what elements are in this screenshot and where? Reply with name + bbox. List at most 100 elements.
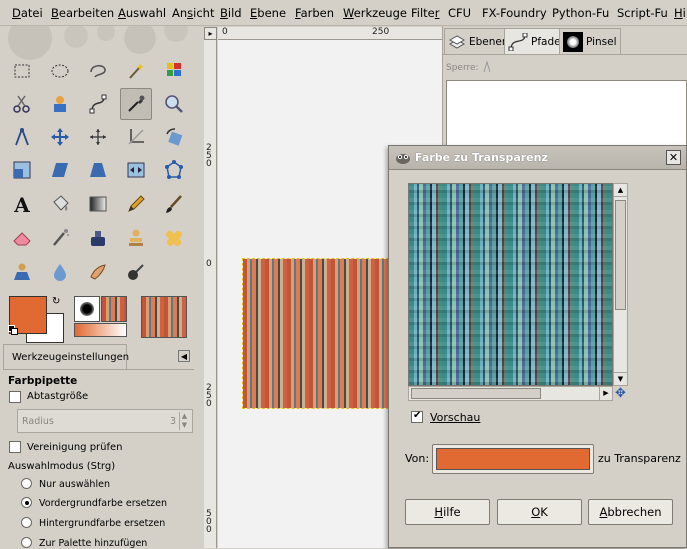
scale-tool[interactable] [6,154,38,186]
brush-preview[interactable] [74,296,100,322]
menu-bearbeiten[interactable]: Bearbeiten [51,6,114,20]
foreground-select-tool[interactable] [44,88,76,120]
clone-tool[interactable] [120,222,152,254]
image-menu-button[interactable]: ▸ [204,27,217,40]
ink-tool[interactable] [82,222,114,254]
scissors-select-tool[interactable] [6,88,38,120]
tab-brushes[interactable]: Pinsel [559,28,621,54]
close-icon[interactable]: ✕ [666,150,681,165]
menu-auswahl[interactable]: Auswahl [118,6,166,20]
heal-tool[interactable] [158,222,190,254]
from-color-swatch [436,448,590,470]
blur-sharpen-tool[interactable] [44,256,76,288]
sample-average-label: Abtastgröße [27,391,89,402]
menu-bild[interactable]: Bild [220,6,242,20]
zoom-tool[interactable] [158,88,190,120]
dialog-titlebar[interactable]: Farbe zu Transparenz ✕ [389,146,686,170]
menu-hilfe[interactable]: Hilfe [674,6,687,20]
color-picker-tool[interactable] [120,88,152,120]
dodge-burn-tool[interactable] [120,256,152,288]
airbrush-tool[interactable] [44,222,76,254]
pattern-preview[interactable] [101,296,127,322]
preview-vscroll-thumb[interactable] [615,200,626,310]
preview-checkbox[interactable]: ✔ [411,410,423,423]
default-colors-icon[interactable] [8,325,18,335]
eraser-tool[interactable] [6,222,38,254]
help-button[interactable]: Hilfe [405,499,490,525]
radius-spinner[interactable]: ▲ ▼ [179,412,189,430]
scroll-down-icon[interactable]: ▼ [614,372,627,385]
sample-average-checkbox[interactable] [9,391,21,403]
preview-horizontal-scrollbar[interactable]: ▶ [408,386,613,401]
menu-fx-foundry[interactable]: FX-Foundry [482,6,547,20]
preview-label: Vorschau [430,411,481,424]
cancel-button[interactable]: Abbrechen [588,499,673,525]
lock-alpha-icon[interactable] [480,60,494,74]
pencil-tool[interactable] [120,188,152,220]
paths-tool[interactable] [82,88,114,120]
navigate-icon[interactable]: ✥ [613,386,628,401]
mode-pick-only-radio[interactable] [21,478,32,489]
swap-colors-icon[interactable]: ↻ [52,296,60,307]
menu-datei[interactable]: Datei [12,6,43,20]
cage-transform-tool[interactable] [158,154,190,186]
menu-ansicht[interactable]: Ansicht [172,6,214,20]
preview-hscroll-thumb[interactable] [411,388,541,399]
menu-script-fu[interactable]: Script-Fu [617,6,668,20]
shear-tool[interactable] [44,154,76,186]
from-color-button[interactable] [432,444,594,474]
text-tool[interactable]: A [6,188,38,220]
tool-options-tab-label: Werkzeugeinstellungen [12,352,130,363]
rotate-tool[interactable] [158,121,190,153]
image-thumbnail[interactable] [141,296,187,338]
tab-paths[interactable]: Pfade [504,28,565,54]
menu-farben[interactable]: Farben [295,6,334,20]
radius-slider[interactable]: Radius 3 ▲ ▼ [17,409,193,433]
bucket-fill-tool[interactable] [44,188,76,220]
image-layer[interactable] [242,258,389,409]
tab-brushes-label: Pinsel [586,35,617,48]
move-tool[interactable] [44,121,76,153]
ellipse-select-tool[interactable] [44,55,76,87]
menu-werkzeuge[interactable]: Werkzeuge [343,6,407,20]
sample-merged-checkbox[interactable] [9,441,21,453]
menu-cfu[interactable]: CFU [448,6,471,20]
mode-add-palette-radio[interactable] [21,537,32,548]
preview-image[interactable] [408,183,613,386]
from-label: Von: [405,452,430,465]
rect-select-tool[interactable] [6,55,38,87]
fuzzy-select-tool[interactable] [120,55,152,87]
align-tool[interactable] [82,121,114,153]
scroll-right-icon[interactable]: ▶ [599,387,612,400]
ruler-vertical[interactable]: 2 5 0 0 2 5 0 5 0 0 [204,40,217,548]
smudge-tool[interactable] [82,256,114,288]
blend-tool[interactable] [82,188,114,220]
paintbrush-tool[interactable] [158,188,190,220]
flip-tool[interactable] [120,154,152,186]
scroll-up-icon[interactable]: ▲ [614,184,627,197]
mode-set-foreground-radio[interactable] [21,497,32,508]
paths-icon [508,32,528,51]
dock-tab-divider [442,54,687,55]
mode-set-background-radio[interactable] [21,517,32,528]
tab-tool-options[interactable]: Werkzeugeinstellungen [3,344,130,370]
menu-filter[interactable]: Filter [411,6,440,20]
brush-icon [563,31,583,52]
tab-layers[interactable]: Ebenen [444,28,513,54]
select-by-color-tool[interactable] [158,55,190,87]
ruler-horizontal[interactable]: 0 250 [218,27,442,40]
perspective-tool[interactable] [82,154,114,186]
preview-vertical-scrollbar[interactable]: ▲ ▼ [613,183,628,386]
menu-ebene[interactable]: Ebene [250,6,286,20]
measure-tool[interactable] [6,121,38,153]
gradient-preview[interactable] [74,323,127,337]
tab-menu-icon[interactable]: ◀ [178,350,190,362]
perspective-clone-tool[interactable] [6,256,38,288]
ok-button[interactable]: OK [497,499,582,525]
paths-list[interactable] [446,80,687,150]
ruler-top-label-0: 0 [222,27,228,37]
crop-tool[interactable] [120,121,152,153]
menubar: Datei Bearbeiten Auswahl Ansicht Bild Eb… [0,0,687,26]
free-select-tool[interactable] [82,55,114,87]
menu-python-fu[interactable]: Python-Fu [552,6,609,20]
